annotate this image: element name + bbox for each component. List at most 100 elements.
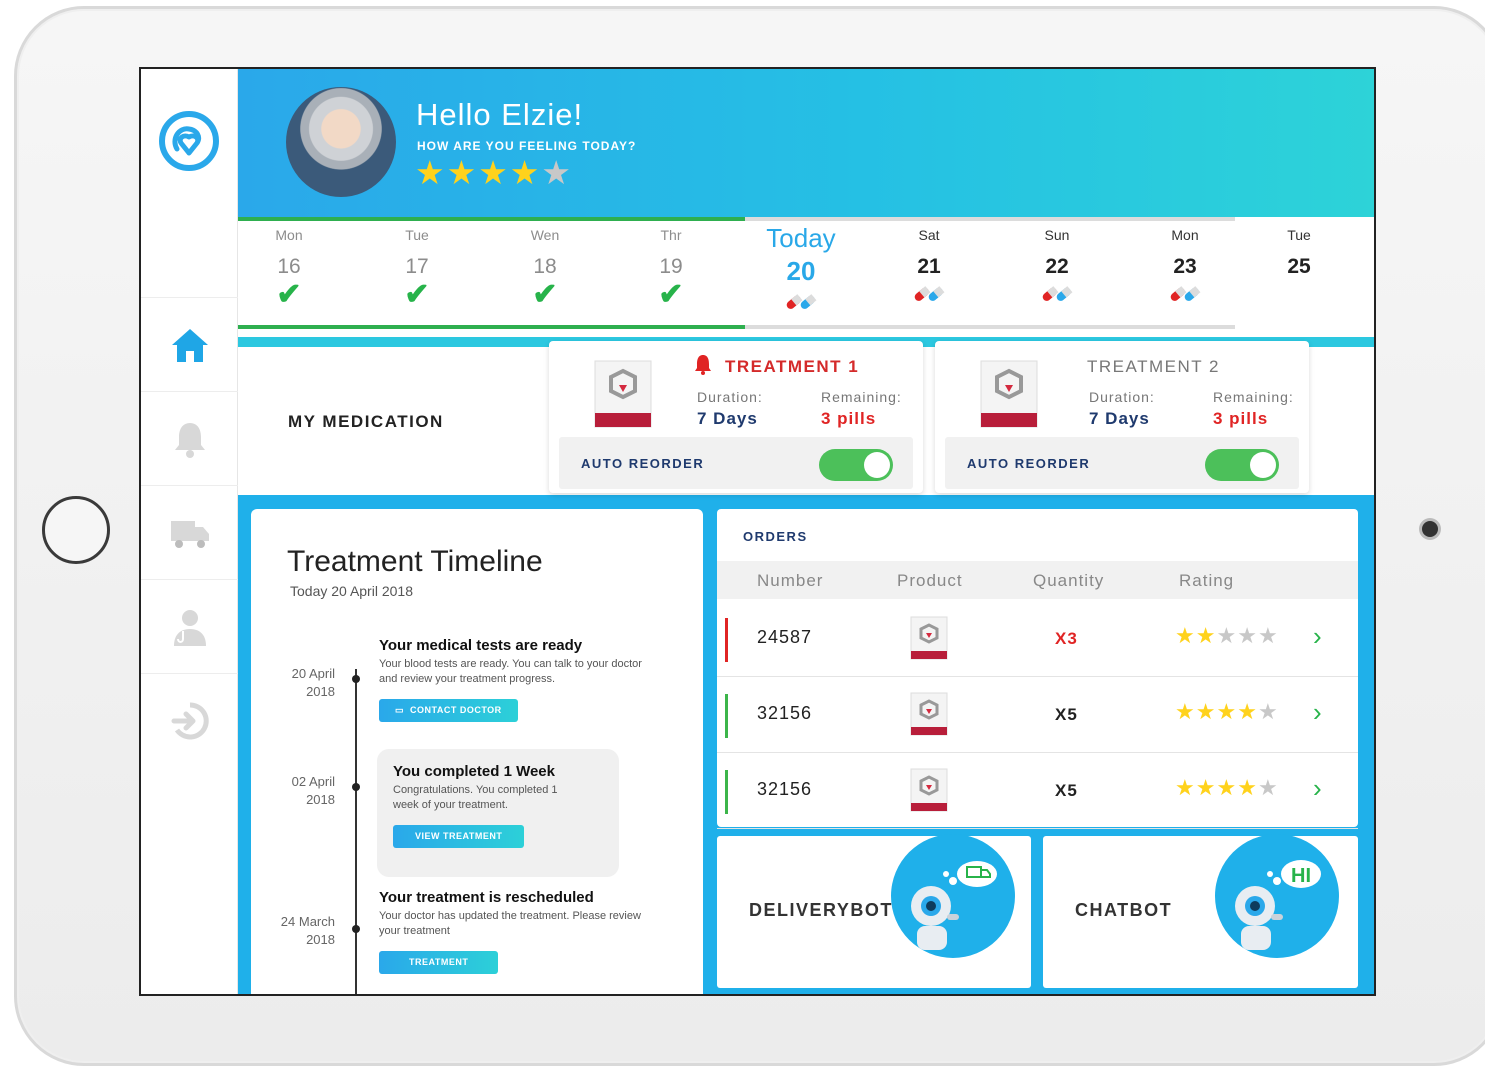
day-0[interactable]: Mon 16 ✔ [244, 227, 334, 311]
rating-star-icon[interactable]: ★ [1237, 699, 1258, 724]
day-3[interactable]: Thr 19 ✔ [626, 227, 716, 311]
day-7[interactable]: Mon 23 [1140, 227, 1230, 307]
greeting-title: Hello Elzie! [416, 97, 584, 132]
orders-title: ORDERS [743, 529, 808, 544]
app-screen: Hello Elzie! HOW ARE YOU FEELING TODAY? … [139, 67, 1376, 996]
entry-title: Your medical tests are ready [379, 637, 583, 654]
auto-reorder-toggle[interactable] [1205, 449, 1279, 481]
day-name: Mon [275, 227, 303, 243]
medicine-box-icon [594, 360, 652, 428]
chatbot-card[interactable]: CHATBOT HI [1043, 834, 1358, 988]
deliverybot-avatar [891, 834, 1015, 958]
treatment-card-2[interactable]: TREATMENT 2 Duration: Remaining: 7 Days … [935, 341, 1309, 493]
day-6[interactable]: Sun 22 [1012, 227, 1102, 307]
treatment-button[interactable]: TREATMENT [379, 951, 499, 974]
table-row[interactable]: 24587 X3 ★★★★★ › [717, 601, 1358, 677]
auto-reorder-label: AUTO REORDER [967, 456, 1091, 471]
orders-panel: ORDERS Number Product Quantity Rating 24… [717, 509, 1358, 829]
nav-home[interactable] [141, 297, 238, 391]
column-header: Quantity [1033, 571, 1105, 590]
day-date: 25 [1287, 255, 1311, 278]
timeline-axis [355, 669, 357, 994]
chevron-right-icon[interactable]: › [1313, 621, 1322, 652]
rating-star-icon[interactable]: ★ [1196, 699, 1217, 724]
status-flag [725, 694, 728, 738]
rating-star-icon[interactable]: ★ [1175, 699, 1196, 724]
duration-label: Duration: [697, 389, 763, 405]
mood-star-icon[interactable]: ★ [447, 154, 479, 191]
mood-star-icon[interactable]: ★ [415, 154, 447, 191]
entry-title: You completed 1 Week [393, 763, 555, 780]
check-icon: ✔ [532, 278, 558, 311]
deliverybot-label: DELIVERYBOT [749, 900, 893, 920]
robot-icon: HI [1235, 860, 1321, 950]
chevron-right-icon[interactable]: › [1313, 773, 1322, 804]
day-4[interactable]: Today 20 [756, 223, 846, 315]
mood-star-icon[interactable]: ★ [478, 154, 510, 191]
rating-star-icon[interactable]: ★ [1258, 623, 1279, 648]
mood-rating[interactable]: ★★★★★ [415, 155, 573, 191]
day-date: 21 [917, 255, 941, 278]
table-row[interactable]: 32156 X5 ★★★★★ › [717, 677, 1358, 753]
timeline-title: Treatment Timeline [287, 545, 543, 578]
tablet-home-button [42, 496, 110, 564]
order-rating[interactable]: ★★★★★ [1175, 699, 1279, 725]
day-8[interactable]: Tue 25 [1254, 227, 1344, 279]
mood-star-icon[interactable]: ★ [541, 154, 573, 191]
rating-star-icon[interactable]: ★ [1175, 623, 1196, 648]
view-treatment-button[interactable]: VIEW TREATMENT [393, 825, 525, 848]
rating-star-icon[interactable]: ★ [1237, 775, 1258, 800]
chevron-right-icon[interactable]: › [1313, 697, 1322, 728]
order-rating[interactable]: ★★★★★ [1175, 775, 1279, 801]
rating-star-icon[interactable]: ★ [1216, 623, 1237, 648]
order-rating[interactable]: ★★★★★ [1175, 623, 1279, 649]
rating-star-icon[interactable]: ★ [1175, 775, 1196, 800]
duration-label: Duration: [1089, 389, 1155, 405]
rating-star-icon[interactable]: ★ [1216, 775, 1237, 800]
check-icon: ✔ [658, 278, 684, 311]
home-icon [171, 328, 208, 362]
mood-star-icon[interactable]: ★ [510, 154, 542, 191]
pills-icon [1140, 283, 1230, 307]
avatar[interactable] [286, 87, 396, 197]
timeline-date: 02 April 2018 [291, 774, 335, 807]
rating-star-icon[interactable]: ★ [1196, 623, 1217, 648]
status-flag [725, 770, 728, 814]
remaining-label: Remaining: [1213, 389, 1294, 405]
nav-logout[interactable] [141, 673, 238, 767]
auto-reorder-toggle[interactable] [819, 449, 893, 481]
rating-star-icon[interactable]: ★ [1216, 699, 1237, 724]
order-quantity: X5 [1055, 705, 1078, 724]
remaining-label: Remaining: [821, 389, 902, 405]
order-quantity: X5 [1055, 781, 1078, 800]
logo-icon[interactable] [157, 109, 221, 173]
rating-star-icon[interactable]: ★ [1258, 775, 1279, 800]
deliverybot-card[interactable]: DELIVERYBOT [717, 834, 1031, 988]
rating-star-icon[interactable]: ★ [1258, 699, 1279, 724]
contact-doctor-button[interactable]: ▭ CONTACT DOCTOR [379, 699, 518, 722]
pills-icon [884, 283, 974, 307]
nav-doctor[interactable] [141, 579, 238, 673]
chat-bubble-text: HI [1291, 865, 1311, 887]
week-calendar: Mon 16 ✔ Tue 17 ✔ Wen 18 ✔ Thr 19 ✔ Today 20 Sat 21 Sun 2… [238, 217, 1374, 341]
day-date: 20 [786, 256, 816, 286]
rating-star-icon[interactable]: ★ [1237, 623, 1258, 648]
treatment-timeline: Treatment Timeline Today 20 April 2018 2… [251, 509, 703, 994]
doctor-icon [173, 609, 206, 646]
treatment-card-1[interactable]: TREATMENT 1 Duration: Remaining: 7 Days … [549, 341, 923, 493]
rating-star-icon[interactable]: ★ [1196, 775, 1217, 800]
day-name: Sun [1044, 227, 1070, 243]
day-1[interactable]: Tue 17 ✔ [372, 227, 462, 311]
day-date: 23 [1173, 255, 1197, 278]
day-2[interactable]: Wen 18 ✔ [500, 227, 590, 311]
day-name: Mon [1171, 227, 1199, 243]
order-number: 24587 [757, 627, 813, 647]
table-row[interactable]: 32156 X5 ★★★★★ › [717, 753, 1358, 829]
day-5[interactable]: Sat 21 [884, 227, 974, 307]
sidebar [141, 69, 238, 994]
day-date: 17 [405, 255, 429, 278]
nav-delivery[interactable] [141, 485, 238, 579]
week-progress-fill [238, 217, 745, 221]
nav-notifications[interactable] [141, 391, 238, 485]
pills-icon [1012, 283, 1102, 307]
